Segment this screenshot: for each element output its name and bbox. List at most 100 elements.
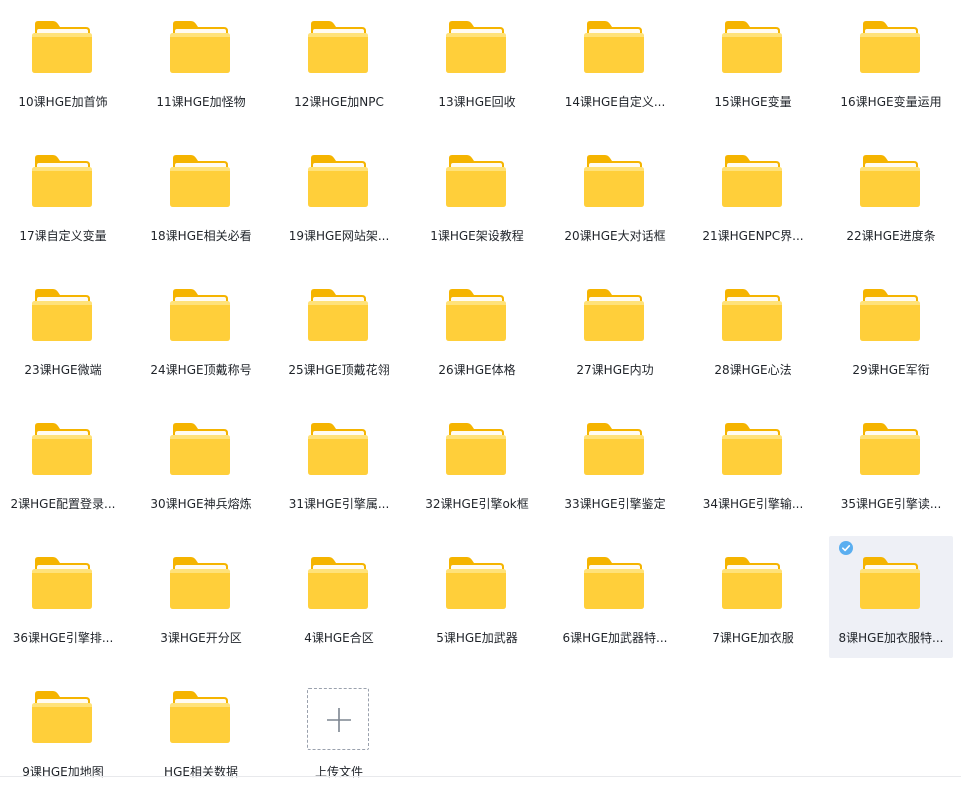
folder-icon bbox=[31, 690, 93, 744]
folder-name: 3课HGE开分区 bbox=[160, 631, 242, 645]
folder-name: 12课HGE加NPC bbox=[294, 95, 384, 109]
selected-check-icon[interactable] bbox=[839, 540, 853, 555]
folder-icon bbox=[859, 556, 921, 610]
folder-item[interactable]: 27课HGE内功 bbox=[553, 268, 677, 390]
file-grid: 10课HGE加首饰 11课HGE加怪物 12课HGE加NPC 13课HGE回收 14课H… bbox=[0, 0, 961, 804]
folder-item[interactable]: 36课HGE引擎排... bbox=[1, 536, 125, 658]
folder-icon bbox=[169, 20, 231, 74]
folder-name: 32课HGE引擎ok框 bbox=[425, 497, 529, 511]
folder-item[interactable]: 33课HGE引擎鉴定 bbox=[553, 402, 677, 524]
folder-name: 4课HGE合区 bbox=[304, 631, 374, 645]
bottom-divider bbox=[0, 776, 961, 777]
folder-icon bbox=[445, 288, 507, 342]
folder-item[interactable]: 21课HGENPC界... bbox=[691, 134, 815, 256]
folder-item[interactable]: 4课HGE合区 bbox=[277, 536, 401, 658]
folder-icon bbox=[721, 288, 783, 342]
folder-name: 10课HGE加首饰 bbox=[18, 95, 108, 109]
folder-name: 14课HGE自定义... bbox=[564, 95, 666, 109]
folder-item[interactable]: 10课HGE加首饰 bbox=[1, 0, 125, 122]
folder-item[interactable]: 13课HGE回收 bbox=[415, 0, 539, 122]
folder-item[interactable]: 28课HGE心法 bbox=[691, 268, 815, 390]
folder-icon bbox=[169, 422, 231, 476]
folder-item[interactable]: 22课HGE进度条 bbox=[829, 134, 953, 256]
folder-name: 31课HGE引擎属... bbox=[288, 497, 390, 511]
folder-item[interactable]: 19课HGE网站架... bbox=[277, 134, 401, 256]
folder-name: 27课HGE内功 bbox=[576, 363, 654, 377]
folder-item[interactable]: 8课HGE加衣服特... bbox=[829, 536, 953, 658]
folder-icon bbox=[31, 422, 93, 476]
folder-name: 28课HGE心法 bbox=[714, 363, 792, 377]
folder-name: 21课HGENPC界... bbox=[702, 229, 804, 243]
folder-name: 26课HGE体格 bbox=[438, 363, 516, 377]
folder-icon bbox=[307, 422, 369, 476]
folder-icon bbox=[445, 556, 507, 610]
folder-icon bbox=[721, 20, 783, 74]
folder-name: 33课HGE引擎鉴定 bbox=[564, 497, 666, 511]
folder-item[interactable]: 35课HGE引擎读... bbox=[829, 402, 953, 524]
folder-item[interactable]: 24课HGE顶戴称号 bbox=[139, 268, 263, 390]
folder-name: HGE相关数据 bbox=[164, 765, 238, 779]
folder-item[interactable]: 12课HGE加NPC bbox=[277, 0, 401, 122]
folder-item[interactable]: 14课HGE自定义... bbox=[553, 0, 677, 122]
folder-icon bbox=[859, 154, 921, 208]
folder-icon bbox=[445, 154, 507, 208]
folder-name: 7课HGE加衣服 bbox=[712, 631, 794, 645]
folder-item[interactable]: 7课HGE加衣服 bbox=[691, 536, 815, 658]
folder-name: 17课自定义变量 bbox=[19, 229, 107, 243]
folder-item[interactable]: 30课HGE神兵熔炼 bbox=[139, 402, 263, 524]
plus-icon bbox=[327, 708, 351, 732]
folder-item[interactable]: 6课HGE加武器特... bbox=[553, 536, 677, 658]
folder-icon bbox=[859, 288, 921, 342]
folder-name: 25课HGE顶戴花翎 bbox=[288, 363, 390, 377]
folder-item[interactable]: 18课HGE相关必看 bbox=[139, 134, 263, 256]
folder-name: 20课HGE大对话框 bbox=[564, 229, 666, 243]
folder-icon bbox=[721, 556, 783, 610]
folder-icon bbox=[169, 288, 231, 342]
folder-name: 16课HGE变量运用 bbox=[840, 95, 942, 109]
folder-item[interactable]: 11课HGE加怪物 bbox=[139, 0, 263, 122]
folder-icon bbox=[721, 154, 783, 208]
folder-item[interactable]: 5课HGE加武器 bbox=[415, 536, 539, 658]
folder-icon bbox=[859, 422, 921, 476]
folder-name: 13课HGE回收 bbox=[438, 95, 516, 109]
folder-item[interactable]: 31课HGE引擎属... bbox=[277, 402, 401, 524]
folder-name: 11课HGE加怪物 bbox=[156, 95, 246, 109]
folder-name: 30课HGE神兵熔炼 bbox=[150, 497, 252, 511]
folder-item[interactable]: 23课HGE微端 bbox=[1, 268, 125, 390]
folder-item[interactable]: 2课HGE配置登录... bbox=[1, 402, 125, 524]
folder-name: 2课HGE配置登录... bbox=[10, 497, 116, 511]
folder-icon bbox=[31, 20, 93, 74]
folder-name: 1课HGE架设教程 bbox=[430, 229, 524, 243]
folder-item[interactable]: 26课HGE体格 bbox=[415, 268, 539, 390]
folder-icon bbox=[445, 20, 507, 74]
folder-item[interactable]: 34课HGE引擎输... bbox=[691, 402, 815, 524]
upload-dropzone[interactable] bbox=[307, 688, 369, 750]
folder-item[interactable]: 20课HGE大对话框 bbox=[553, 134, 677, 256]
folder-icon bbox=[583, 154, 645, 208]
folder-item[interactable]: 9课HGE加地图 bbox=[1, 670, 125, 792]
folder-item[interactable]: 25课HGE顶戴花翎 bbox=[277, 268, 401, 390]
folder-icon bbox=[859, 20, 921, 74]
folder-item[interactable]: 16课HGE变量运用 bbox=[829, 0, 953, 122]
folder-icon bbox=[583, 20, 645, 74]
folder-name: 8课HGE加衣服特... bbox=[838, 631, 944, 645]
upload-file-button[interactable]: 上传文件 bbox=[277, 670, 401, 792]
folder-item[interactable]: 15课HGE变量 bbox=[691, 0, 815, 122]
folder-item[interactable]: 29课HGE军衔 bbox=[829, 268, 953, 390]
folder-icon bbox=[583, 556, 645, 610]
folder-icon bbox=[307, 288, 369, 342]
folder-item[interactable]: 32课HGE引擎ok框 bbox=[415, 402, 539, 524]
folder-item[interactable]: 3课HGE开分区 bbox=[139, 536, 263, 658]
folder-name: 35课HGE引擎读... bbox=[840, 497, 942, 511]
folder-name: 15课HGE变量 bbox=[714, 95, 792, 109]
folder-item[interactable]: 1课HGE架设教程 bbox=[415, 134, 539, 256]
folder-icon bbox=[31, 288, 93, 342]
folder-item[interactable]: 17课自定义变量 bbox=[1, 134, 125, 256]
folder-name: 34课HGE引擎输... bbox=[702, 497, 804, 511]
folder-item[interactable]: HGE相关数据 bbox=[139, 670, 263, 792]
folder-name: 9课HGE加地图 bbox=[22, 765, 104, 779]
folder-name: 5课HGE加武器 bbox=[436, 631, 518, 645]
folder-icon bbox=[169, 690, 231, 744]
folder-name: 24课HGE顶戴称号 bbox=[150, 363, 252, 377]
folder-icon bbox=[31, 556, 93, 610]
